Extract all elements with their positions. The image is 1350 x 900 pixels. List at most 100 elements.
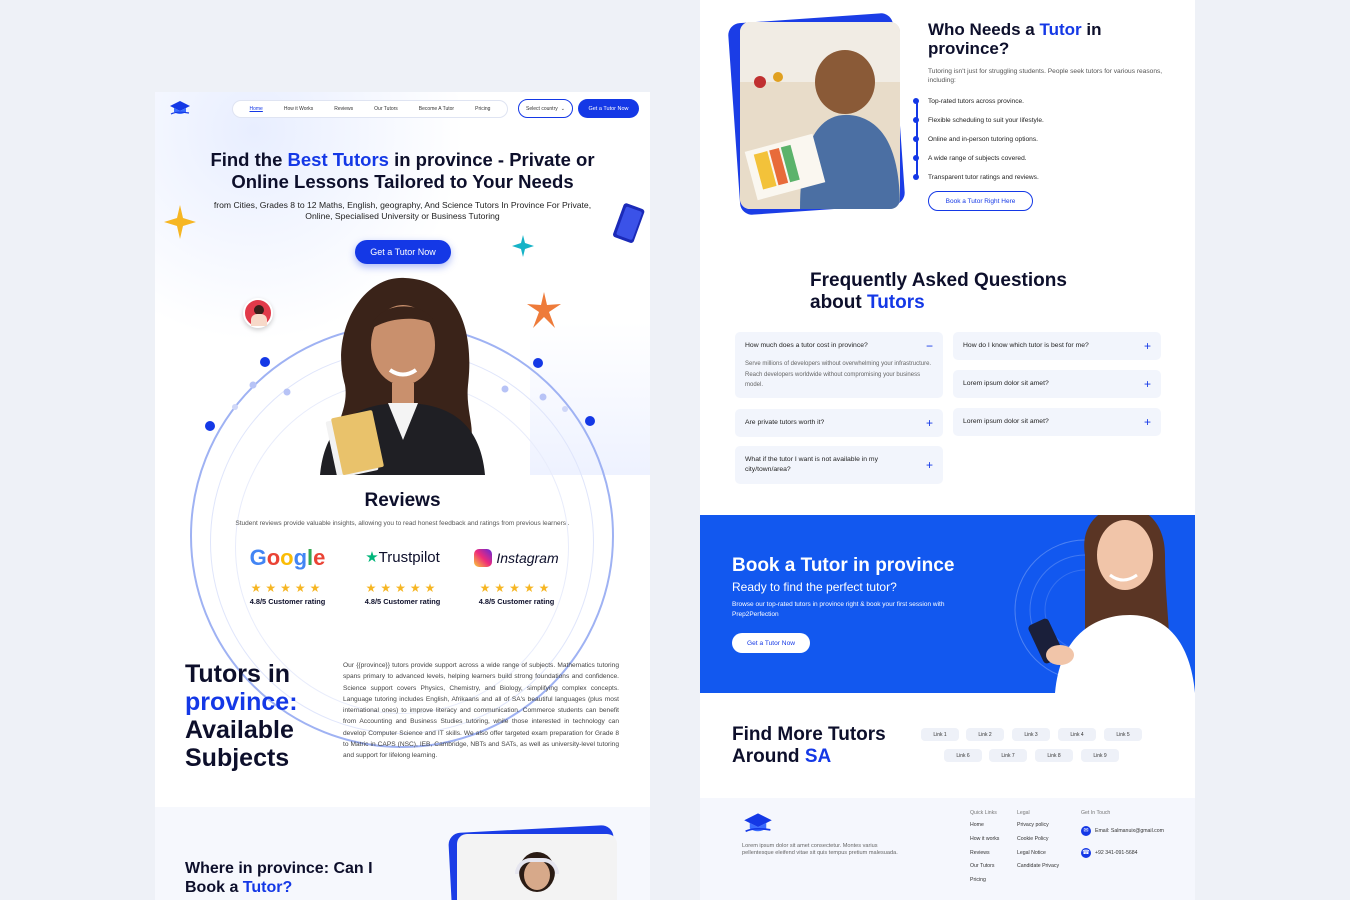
hero-get-tutor-button[interactable]: Get a Tutor Now — [355, 240, 451, 264]
rating-text: 4.8/5 Customer rating — [249, 597, 326, 606]
who-subtitle: Tutoring isn't just for struggling stude… — [928, 68, 1163, 84]
plus-icon[interactable]: + — [926, 417, 933, 429]
area-link[interactable]: Link 1 — [921, 728, 959, 741]
trustpilot-name: Trustpilot — [378, 549, 440, 566]
area-link[interactable]: Link 7 — [989, 749, 1027, 762]
area-link[interactable]: Link 6 — [944, 749, 982, 762]
hero-title-pre: Find the — [210, 149, 288, 170]
nav-get-tutor-button[interactable]: Get a Tutor Now — [578, 99, 639, 118]
footer-phone[interactable]: ☎ +92 341-091-5684 — [1081, 844, 1191, 862]
book-title: Book a Tutor in province — [732, 555, 955, 576]
chevron-down-icon: ⌄ — [560, 105, 565, 112]
who-point: Transparent tutor ratings and reviews. — [913, 172, 1039, 182]
faq-item[interactable]: What if the tutor I want is not availabl… — [735, 446, 943, 484]
plus-icon[interactable]: + — [1144, 378, 1151, 390]
rating-text: 4.8/5 Customer rating — [364, 597, 441, 606]
footer-link-reviews[interactable]: Reviews — [970, 850, 999, 864]
who-point-text: Top-rated tutors across province. — [928, 97, 1025, 105]
orange-star-icon — [527, 292, 561, 328]
area-link[interactable]: Link 8 — [1035, 749, 1073, 762]
bullet-dot-icon — [913, 98, 919, 104]
area-link[interactable]: Link 9 — [1081, 749, 1119, 762]
plus-icon[interactable]: + — [1144, 340, 1151, 352]
banner-get-tutor-button[interactable]: Get a Tutor Now — [732, 633, 810, 653]
faq-title: Frequently Asked Questions about Tutors — [810, 270, 1067, 314]
nav-item-become-a-tutor[interactable]: Become A Tutor — [419, 106, 454, 112]
area-link[interactable]: Link 4 — [1058, 728, 1096, 741]
trustpilot-logo-icon: ★Trustpilot — [365, 549, 440, 566]
plus-icon[interactable]: + — [1144, 416, 1151, 428]
footer-quick-links: Quick Links Home How it works Reviews Ou… — [970, 810, 999, 891]
footer-link-pricing[interactable]: Pricing — [970, 877, 999, 891]
graduation-cap-logo-icon[interactable] — [169, 100, 191, 116]
subjects-title-line2: Available Subjects — [185, 716, 294, 772]
book-tutor-right-here-button[interactable]: Book a Tutor Right Here — [928, 191, 1033, 211]
find-more-title: Find More Tutors Around SA — [732, 724, 886, 768]
instagram-logo-icon: Instagram — [459, 547, 574, 569]
bullet-dot-icon — [913, 155, 919, 161]
footer-link-candidate-privacy[interactable]: Candidate Privacy — [1017, 863, 1059, 877]
bullet-dot-icon — [913, 117, 919, 123]
review-instagram[interactable]: Instagram ★★★★★ 4.8/5 Customer rating — [459, 547, 574, 606]
footer-link-how-it-works[interactable]: How it works — [970, 836, 999, 850]
who-point: Top-rated tutors across province. — [913, 96, 1024, 106]
landing-page-right: Who Needs a Tutor in province? Tutoring … — [700, 0, 1195, 900]
footer-contact: Get In Touch ✉ Email: Salmanuix@gmail.co… — [1081, 810, 1191, 862]
faq-item[interactable]: Lorem ipsum dolor sit amet? + — [953, 408, 1161, 436]
country-select-label: Select country — [526, 105, 558, 112]
nav-menu: Home How it Works Reviews Our Tutors Bec… — [232, 100, 508, 118]
review-trustpilot[interactable]: ★Trustpilot ★★★★★ 4.8/5 Customer rating — [345, 547, 460, 606]
footer-link-legal-notice[interactable]: Legal Notice — [1017, 850, 1059, 864]
who-point: Flexible scheduling to suit your lifesty… — [913, 115, 1044, 125]
yellow-star-icon — [164, 205, 196, 239]
nav-item-how-it-works[interactable]: How it Works — [284, 106, 313, 112]
nav-item-our-tutors[interactable]: Our Tutors — [374, 106, 398, 112]
area-link[interactable]: Link 2 — [966, 728, 1004, 741]
bullet-dot-icon — [913, 136, 919, 142]
hero-subtitle: from Cities, Grades 8 to 12 Maths, Engli… — [213, 200, 592, 221]
student-avatar — [243, 298, 273, 328]
faq-question: How much does a tutor cost in province? — [745, 342, 868, 349]
google-logo-icon: Google — [249, 545, 326, 570]
who-point-text: Flexible scheduling to suit your lifesty… — [928, 116, 1044, 124]
phone-icon: ☎ — [1081, 848, 1091, 858]
area-link[interactable]: Link 5 — [1104, 728, 1142, 741]
faq-item-expanded[interactable]: How much does a tutor cost in province? −… — [735, 332, 943, 398]
faq-item[interactable]: How do I know which tutor is best for me… — [953, 332, 1161, 360]
find-title-line1: Find More Tutors — [732, 724, 886, 745]
nav-item-reviews[interactable]: Reviews — [334, 106, 353, 112]
hero-tutor-photo — [320, 277, 485, 475]
area-link[interactable]: Link 3 — [1012, 728, 1050, 741]
footer-link-cookie-policy[interactable]: Cookie Policy — [1017, 836, 1059, 850]
footer-link-our-tutors[interactable]: Our Tutors — [970, 863, 999, 877]
top-nav: Home How it Works Reviews Our Tutors Bec… — [155, 92, 650, 124]
nav-item-pricing[interactable]: Pricing — [475, 106, 490, 112]
where-title-line1: Where in province: Can I — [185, 860, 373, 877]
plus-icon[interactable]: + — [926, 459, 933, 471]
footer-link-home[interactable]: Home — [970, 822, 999, 836]
book-tutor-banner: Book a Tutor in province Ready to find t… — [700, 515, 1195, 693]
hero-title-accent: Best Tutors — [287, 149, 389, 170]
subjects-title-accent: province: — [185, 688, 298, 716]
faq-title-accent: Tutors — [867, 292, 925, 313]
book-icon — [613, 203, 645, 243]
who-photo — [740, 22, 900, 209]
minus-icon[interactable]: − — [926, 340, 933, 352]
instagram-name: Instagram — [496, 550, 559, 566]
footer-email[interactable]: ✉ Email: Salmanuix@gmail.com — [1081, 822, 1191, 840]
who-point-text: Online and in-person tutoring options. — [928, 135, 1038, 143]
review-google[interactable]: Google ★★★★★ 4.8/5 Customer rating — [230, 545, 345, 607]
graduation-cap-logo-icon[interactable] — [742, 812, 774, 834]
rating-stars: ★★★★★ — [479, 581, 554, 595]
faq-item[interactable]: Lorem ipsum dolor sit amet? + — [953, 370, 1161, 398]
subjects-title: Tutors in province: Available Subjects — [185, 660, 335, 772]
country-select[interactable]: Select country ⌄ — [518, 99, 573, 118]
who-point-text: Transparent tutor ratings and reviews. — [928, 173, 1039, 181]
bullet-dot-icon — [913, 174, 919, 180]
faq-title-line1: Frequently Asked Questions — [810, 270, 1067, 291]
footer-link-privacy-policy[interactable]: Privacy policy — [1017, 822, 1059, 836]
faq-item[interactable]: Are private tutors worth it? + — [735, 409, 943, 437]
nav-item-home[interactable]: Home — [250, 106, 263, 112]
footer-contact-title: Get In Touch — [1081, 810, 1111, 816]
rating-text: 4.8/5 Customer rating — [478, 597, 555, 606]
